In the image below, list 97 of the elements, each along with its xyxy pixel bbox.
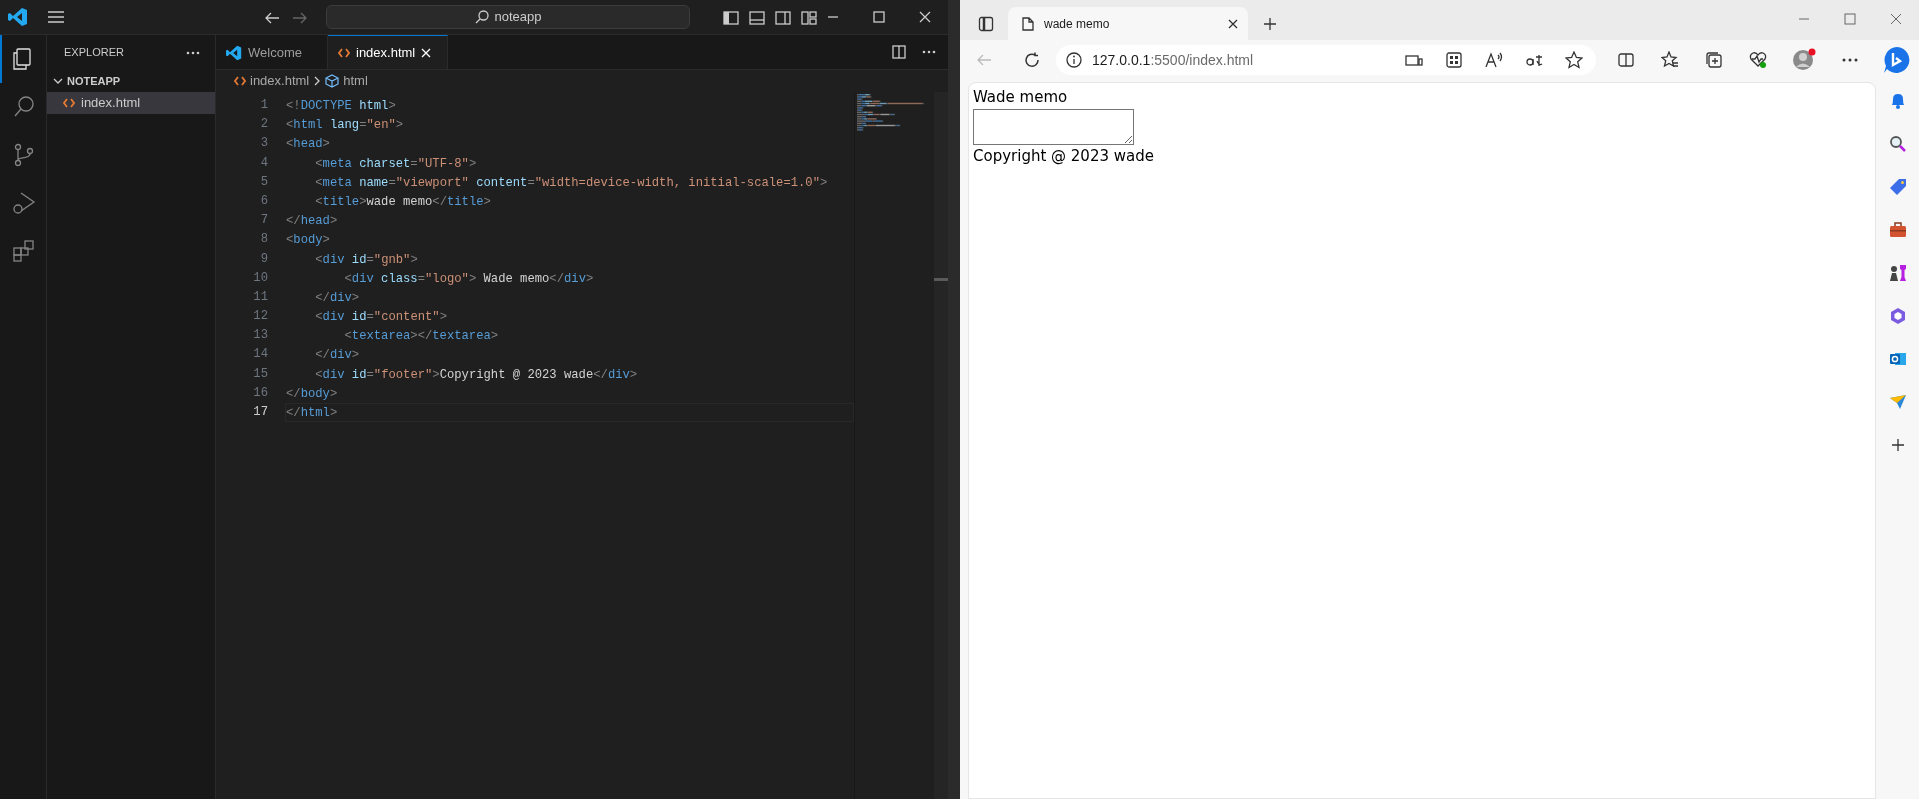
html-file-icon [234,76,246,86]
maximize-icon [1844,13,1856,25]
app-window-icon [1405,53,1423,67]
page-icon [1022,16,1034,31]
tag-icon [1888,178,1907,196]
code-line: <head> [285,136,331,154]
chevron-right-icon [313,76,322,86]
code-line: <div id="footer">Copyright @ 2023 wade</div> [314,366,639,384]
favorites-icon [1661,51,1679,69]
more-icon [1842,58,1858,62]
line-number: 14 [252,346,268,364]
layout-icon [801,11,817,25]
sidebar-toggle-icon [978,15,994,32]
code-line: </head> [285,213,339,231]
collections-icon [1705,51,1723,69]
code-line: </div> [314,347,361,365]
avatar-icon [1792,48,1816,72]
file-item[interactable]: index.html [47,92,215,114]
toolbox-icon [1888,221,1907,239]
code-line: <div class="logo"> Wade memo</div> [343,270,595,288]
back-arrow-icon [976,53,992,67]
cube-icon [325,74,340,88]
translate-icon [1525,52,1543,68]
line-number: 5 [259,173,268,191]
code-line: <html lang="en"> [285,117,405,135]
page-logo: Wade memo [973,87,1069,108]
line-number: 8 [259,231,268,249]
line-number: 9 [259,250,268,268]
line-number: 17 [252,404,268,421]
extensions-icon [12,239,36,263]
folder-item[interactable]: NOTEAPP [47,70,215,92]
more-icon [922,50,936,54]
back-arrow-icon [264,11,280,25]
chat-bubble-icon [1882,45,1912,75]
close-icon [1890,13,1902,25]
page-footer: Copyright @ 2023 wade [973,144,1871,167]
command-center-search[interactable]: noteapp [326,5,690,29]
html-file-icon [63,98,75,108]
code-line: </body> [285,385,339,403]
code-line: <meta charset="UTF-8"> [314,155,478,173]
line-number: 12 [252,308,268,326]
line-number: 15 [252,365,268,383]
plus-icon [1263,16,1277,31]
code-line: <title>wade memo</title> [314,193,492,211]
maximize-icon [873,11,885,23]
html-file-icon [338,47,350,58]
browser-tab[interactable]: wade memo [1008,7,1248,40]
line-number: 10 [252,269,268,287]
line-number: 16 [252,384,268,402]
run-debug-icon [12,191,36,215]
code-line: <div id="gnb"> [314,251,419,269]
vscode-logo-icon [226,44,242,61]
line-number: 13 [252,327,268,345]
plus-icon [1890,438,1905,452]
sidebar-layout-icon [723,11,739,25]
star-icon [1565,51,1583,69]
line-number: 7 [259,212,268,230]
mail-app-icon [1888,350,1907,368]
code-line: <!DOCTYPE html> [285,98,397,115]
line-number: 1 [259,97,268,114]
read-aloud-icon [1485,52,1503,68]
line-number: 6 [259,192,268,210]
split-editor-icon [892,45,906,59]
grid-icon [1446,52,1462,68]
sidebar-title: EXPLORER [64,45,124,61]
more-icon [186,50,200,55]
search-icon [474,10,489,24]
line-number: 2 [259,116,268,134]
info-icon [1066,52,1082,68]
code-line: <meta name="viewport" content="width=device-width, initial-scale=1.0"> [314,174,829,192]
branch-icon [12,143,36,167]
panel-layout-icon [749,11,765,25]
paper-plane-icon [1888,393,1907,411]
close-icon[interactable] [1228,18,1238,29]
code-line: <body> [285,232,331,250]
search-icon [1888,135,1907,153]
line-number: 4 [259,154,268,172]
breadcrumb-item[interactable]: index.html [234,71,310,91]
code-line: <textarea></textarea> [343,328,500,346]
code-line: </div> [314,289,361,307]
menu-icon [47,9,65,24]
breadcrumb-item[interactable]: html [325,71,368,91]
code-line: <div id="content"> [314,309,448,327]
chess-pieces-icon [1887,264,1908,282]
editor-tab[interactable]: index.html [328,35,448,69]
heart-pulse-icon [1749,51,1767,69]
line-number: 11 [252,288,268,306]
vscode-logo-icon [8,7,28,27]
refresh-icon [1024,52,1040,68]
forward-arrow-icon [292,11,308,25]
line-number: 3 [259,135,268,153]
sidebar-layout-icon [775,11,791,25]
close-icon [919,11,931,23]
memo-textarea[interactable] [973,108,1134,145]
split-screen-icon [1618,52,1634,68]
office-icon [1888,307,1907,325]
search-icon [12,95,36,119]
